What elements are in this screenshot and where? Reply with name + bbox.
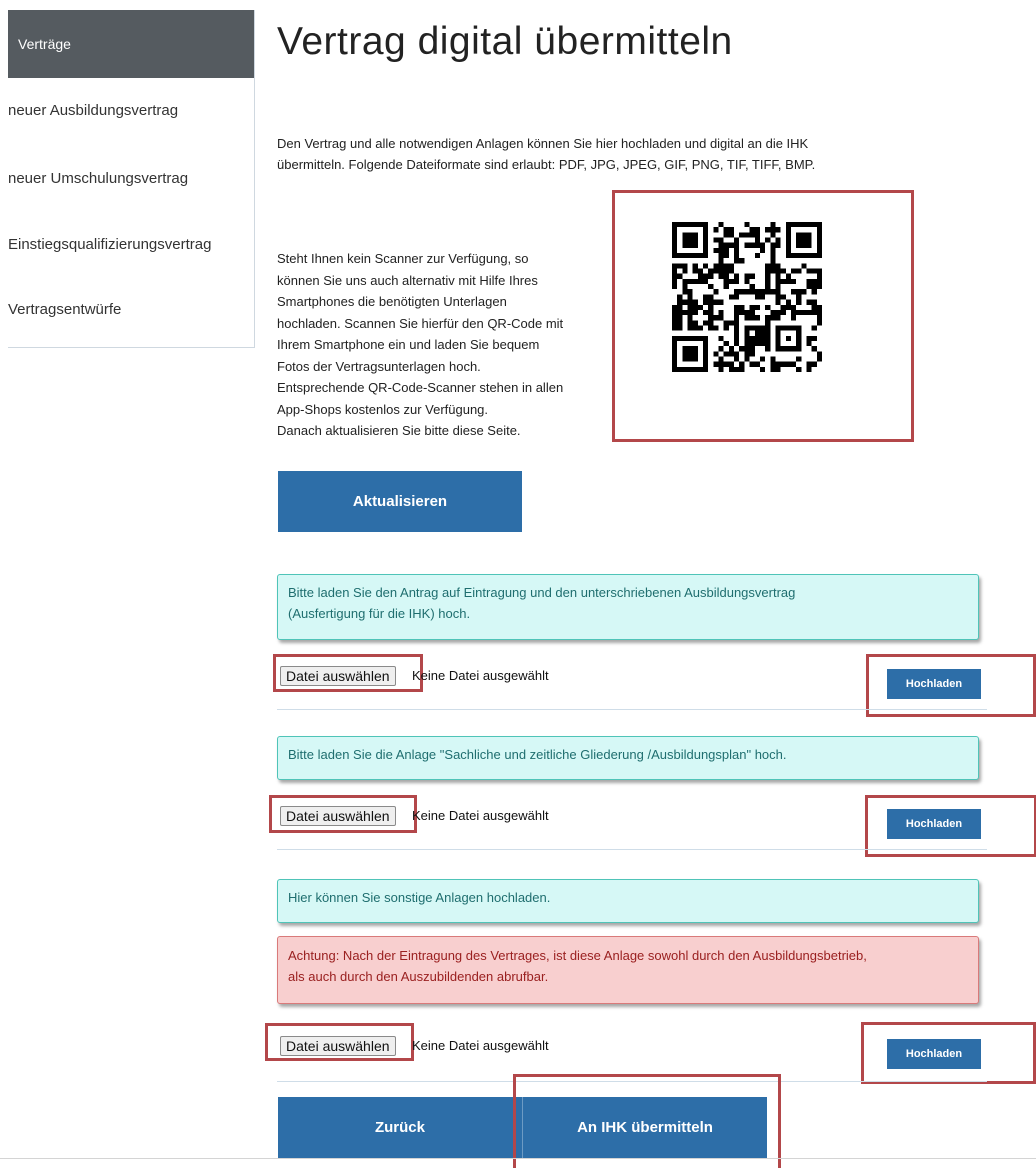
section-divider	[277, 849, 987, 850]
info-line: Bitte laden Sie den Antrag auf Eintragun…	[288, 585, 796, 600]
warning-box: Achtung: Nach der Eintragung des Vertrag…	[277, 936, 979, 1004]
sidebar-item-vertragsentwuerfe[interactable]: Vertragsentwürfe	[8, 301, 121, 318]
upload-button[interactable]: Hochladen	[887, 1039, 981, 1069]
warning-line: Achtung: Nach der Eintragung des Vertrag…	[288, 948, 867, 963]
sidebar-item-label: Verträge	[18, 36, 71, 52]
scan-line: Smartphones die benötigten Unterlagen	[277, 294, 507, 309]
sidebar-item-umschulungsvertrag[interactable]: neuer Umschulungsvertrag	[8, 170, 188, 187]
file-status: Keine Datei ausgewählt	[412, 1038, 549, 1053]
upload-button[interactable]: Hochladen	[887, 809, 981, 839]
page-title: Vertrag digital übermitteln	[277, 20, 733, 63]
section-divider	[277, 709, 987, 710]
qr-code-icon	[672, 222, 822, 372]
sidebar-item-ausbildungsvertrag[interactable]: neuer Ausbildungsvertrag	[8, 102, 178, 119]
info-box: Bitte laden Sie den Antrag auf Eintragun…	[277, 574, 979, 640]
sidebar-item-vertraege[interactable]: Verträge	[8, 10, 254, 78]
intro-line: Den Vertrag und alle notwendigen Anlagen…	[277, 136, 809, 151]
choose-file-button[interactable]: Datei auswählen	[280, 1036, 396, 1056]
info-line: Hier können Sie sonstige Anlagen hochlad…	[288, 890, 551, 905]
intro-line: übermitteln. Folgende Dateiformate sind …	[277, 157, 816, 172]
file-status: Keine Datei ausgewählt	[412, 808, 549, 823]
warning-line: als auch durch den Auszubildenden abrufb…	[288, 969, 549, 984]
back-button[interactable]: Zurück	[278, 1097, 522, 1158]
sidebar-nav: Verträge neuer Ausbildungsvertrag neuer …	[8, 10, 255, 348]
scan-line: hochladen. Scannen Sie hierfür den QR-Co…	[277, 315, 564, 331]
scan-line: Entsprechende QR-Code-Scanner stehen in …	[277, 380, 564, 395]
scan-line: Steht Ihnen kein Scanner zur Verfügung, …	[277, 251, 529, 266]
choose-file-button[interactable]: Datei auswählen	[280, 666, 396, 686]
footer-divider	[0, 1158, 1036, 1159]
info-line: (Ausfertigung für die IHK) hoch.	[288, 606, 471, 621]
intro-text: Den Vertrag und alle notwendigen Anlagen…	[277, 133, 937, 175]
info-box: Hier können Sie sonstige Anlagen hochlad…	[277, 879, 979, 923]
scan-line: App-Shops kostenlos zur Verfügung.	[277, 401, 489, 417]
file-status: Keine Datei ausgewählt	[412, 668, 549, 683]
info-box: Bitte laden Sie die Anlage "Sachliche un…	[277, 736, 979, 780]
refresh-button[interactable]: Aktualisieren	[278, 471, 522, 532]
scan-line: Danach aktualisieren Sie bitte diese Sei…	[277, 423, 521, 438]
upload-button[interactable]: Hochladen	[887, 669, 981, 699]
sidebar-item-einstiegsqualifizierungsvertrag[interactable]: Einstiegsqualifizierungsvertrag	[8, 236, 211, 253]
highlight-frame	[513, 1074, 781, 1168]
scan-line: können Sie uns auch alternativ mit Hilfe…	[277, 272, 538, 288]
info-line: Bitte laden Sie die Anlage "Sachliche un…	[288, 747, 787, 762]
scan-line: Ihrem Smartphone ein und laden Sie beque…	[277, 337, 540, 352]
scan-instructions: Steht Ihnen kein Scanner zur Verfügung, …	[277, 248, 622, 442]
choose-file-button[interactable]: Datei auswählen	[280, 806, 396, 826]
scan-line: Fotos der Vertragsunterlagen hoch.	[277, 358, 481, 374]
